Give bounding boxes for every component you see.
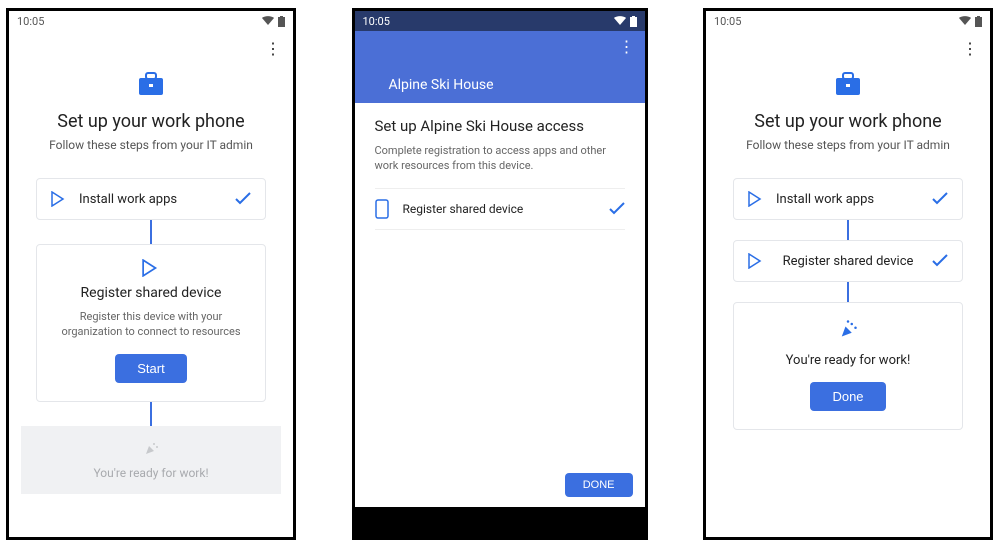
step-ready-disabled: You're ready for work! bbox=[21, 426, 281, 494]
connector-line bbox=[150, 220, 152, 244]
page-subtitle: Follow these steps from your IT admin bbox=[49, 138, 253, 152]
clock: 10:05 bbox=[363, 15, 390, 28]
status-bar: 10:05 bbox=[706, 11, 990, 31]
status-bar: 10:05 bbox=[9, 11, 293, 31]
step-register-device: Register shared device Register this dev… bbox=[36, 244, 266, 402]
page-title: Set up Alpine Ski House access bbox=[375, 117, 625, 135]
connector-line bbox=[847, 220, 849, 240]
check-icon bbox=[932, 254, 948, 268]
step-title: Register shared device bbox=[53, 285, 249, 301]
page-title: Set up your work phone bbox=[57, 111, 244, 132]
start-button[interactable]: Start bbox=[115, 354, 186, 383]
play-store-icon bbox=[51, 191, 67, 207]
connector-line bbox=[847, 282, 849, 302]
step-install-apps[interactable]: Install work apps bbox=[733, 178, 963, 220]
step-description: Register this device with your organizat… bbox=[53, 309, 249, 340]
page-title: Set up your work phone bbox=[754, 111, 941, 132]
play-store-icon bbox=[142, 259, 160, 277]
battery-icon bbox=[630, 16, 637, 27]
battery-icon bbox=[975, 16, 982, 27]
step-register-device[interactable]: Register shared device bbox=[733, 240, 963, 282]
status-icons bbox=[959, 16, 982, 27]
step-label: Install work apps bbox=[776, 192, 920, 207]
phone-screen-2: 10:05 ⋮ Alpine Ski House Set up Alpine S… bbox=[352, 8, 648, 540]
content-area: Set up Alpine Ski House access Complete … bbox=[355, 103, 645, 244]
battery-icon bbox=[278, 16, 285, 27]
step-label: Register shared device bbox=[776, 254, 920, 269]
clock: 10:05 bbox=[17, 15, 44, 28]
clock: 10:05 bbox=[714, 15, 741, 28]
ready-text: You're ready for work! bbox=[748, 353, 948, 368]
app-bar-title: Alpine Ski House bbox=[355, 77, 645, 103]
wifi-icon bbox=[262, 16, 274, 26]
ready-text: You're ready for work! bbox=[31, 466, 271, 480]
step-label: Install work apps bbox=[79, 192, 223, 207]
briefcase-icon bbox=[137, 71, 165, 97]
page-subtitle: Complete registration to access apps and… bbox=[375, 143, 625, 174]
confetti-icon bbox=[838, 319, 858, 339]
phone-screen-1: 10:05 ⋮ Set up your work phone Follow th… bbox=[6, 8, 296, 540]
nav-bar bbox=[355, 507, 645, 537]
phone-icon bbox=[375, 199, 389, 219]
step-ready: You're ready for work! Done bbox=[733, 302, 963, 430]
button-row: DONE bbox=[355, 465, 645, 507]
check-icon bbox=[235, 192, 251, 206]
wifi-icon bbox=[959, 16, 971, 26]
connector-line bbox=[150, 402, 152, 426]
confetti-icon bbox=[143, 440, 159, 456]
row-label: Register shared device bbox=[403, 202, 595, 216]
done-button[interactable]: DONE bbox=[565, 473, 633, 497]
app-bar: ⋮ Alpine Ski House bbox=[355, 31, 645, 103]
status-icons bbox=[262, 16, 285, 27]
phone-screen-3: 10:05 ⋮ Set up your work phone Follow th… bbox=[703, 8, 993, 540]
briefcase-icon bbox=[834, 71, 862, 97]
overflow-menu-icon[interactable]: ⋮ bbox=[619, 37, 635, 56]
page-subtitle: Follow these steps from your IT admin bbox=[746, 138, 950, 152]
status-icons bbox=[614, 16, 637, 27]
status-bar: 10:05 bbox=[355, 11, 645, 31]
play-store-icon bbox=[748, 253, 764, 269]
check-icon bbox=[609, 202, 625, 216]
overflow-menu-icon[interactable]: ⋮ bbox=[962, 39, 978, 58]
done-button[interactable]: Done bbox=[810, 382, 885, 411]
check-icon bbox=[932, 192, 948, 206]
play-store-icon bbox=[748, 191, 764, 207]
step-install-apps[interactable]: Install work apps bbox=[36, 178, 266, 220]
step-register-row[interactable]: Register shared device bbox=[375, 188, 625, 230]
overflow-menu-icon[interactable]: ⋮ bbox=[265, 39, 281, 58]
wifi-icon bbox=[614, 16, 626, 26]
